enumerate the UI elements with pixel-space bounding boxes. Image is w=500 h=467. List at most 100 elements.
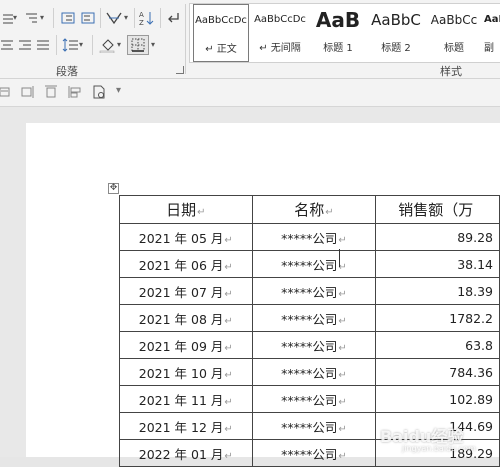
table-cell[interactable]: *****公司↵ [251,412,377,440]
chevron-down-icon[interactable]: ▾ [151,40,155,49]
style-subtitle[interactable]: AaBbC 副 [484,4,500,62]
table-cell[interactable]: *****公司↵ [251,385,377,413]
table-cell[interactable]: 1782.2 [375,304,500,332]
svg-text:Z: Z [139,19,144,26]
chevron-down-icon[interactable]: ▾ [40,13,44,22]
borders-icon [131,38,145,52]
table-cell[interactable]: *****公司↵ [251,358,377,386]
table-cell[interactable]: 784.36 [375,358,500,386]
align-top-object-icon[interactable] [44,85,58,99]
paint-bucket-icon [99,39,115,53]
quick-access-toolbar: ▾ [0,79,500,107]
justify-button[interactable] [36,35,50,55]
multilevel-list-button[interactable] [24,8,40,28]
customize-toolbar-icon[interactable]: ▾ [116,85,121,96]
table-cell[interactable]: *****公司↵ [251,277,377,305]
divider [134,8,135,28]
line-spacing-button[interactable] [62,35,78,55]
table-cell[interactable]: 2021 年 06 月↵ [119,250,253,278]
align-middle-object-icon[interactable] [68,85,82,99]
align-right-object-icon[interactable] [20,85,34,99]
paragraph-group-label: 段落 [56,65,78,78]
bullets-icon [3,14,13,24]
align-right-icon [19,40,31,50]
justify-icon [37,40,49,50]
table-cell[interactable]: 38.14 [375,250,500,278]
sort-button[interactable]: AZ [138,8,156,28]
document-icon[interactable] [92,85,106,99]
table-row: 2021 年 05 月↵ *****公司↵ 89.28 [119,223,500,251]
decrease-indent-icon [61,12,75,24]
table-row: 2021 年 11 月↵ *****公司↵ 102.89 [119,385,500,413]
line-spacing-icon [62,38,78,52]
table-row: 2021 年 08 月↵ *****公司↵ 1782.2 [119,304,500,332]
bullets-button[interactable] [0,8,14,28]
table-cell[interactable]: 2021 年 05 月↵ [119,223,253,251]
align-center-button[interactable] [0,35,14,55]
divider [185,4,186,74]
table-cell[interactable]: *****公司↵ [251,331,377,359]
divider [53,8,54,28]
table-header-cell[interactable]: 日期↵ [119,195,253,224]
table-cell[interactable]: *****公司↵ [251,250,377,278]
chevron-down-icon[interactable]: ▾ [79,40,83,49]
chevron-down-icon[interactable]: ▾ [117,40,121,49]
style-preview: AaBbC [484,14,500,25]
table-cell[interactable]: 18.39 [375,277,500,305]
chinese-layout-button[interactable] [104,8,124,28]
table-move-handle-icon[interactable]: ✥ [108,183,119,194]
style-name: ↵ 正文 [205,44,237,55]
table-cell[interactable]: 2022 年 01 月↵ [119,439,253,467]
divider [100,8,101,28]
increase-indent-button[interactable] [80,8,96,28]
chevron-down-icon[interactable]: ▾ [13,13,17,22]
style-title[interactable]: AaBbCc 标题 [426,4,482,62]
svg-text:A: A [139,11,144,19]
decrease-indent-button[interactable] [60,8,76,28]
borders-button[interactable] [127,35,149,55]
align-left-icon[interactable] [0,85,12,99]
table-cell[interactable]: 63.8 [375,331,500,359]
style-name: 标题 2 [381,43,411,54]
watermark-url: jingyan.baidu.com [402,444,476,453]
table-header-row: 日期↵ 名称↵ 销售额（万 [119,195,500,224]
table-cell[interactable]: 89.28 [375,223,500,251]
style-heading-2[interactable]: AaBbC 标题 2 [368,4,424,62]
paragraph-mark-icon [168,13,179,23]
style-preview: AaB [315,8,361,32]
style-preview: AaBbCc [430,13,478,27]
style-name: 标题 [444,43,464,54]
dialog-launcher-icon[interactable] [176,66,184,74]
style-name: 副 [484,43,494,54]
divider [92,35,93,55]
table-cell[interactable]: *****公司↵ [251,223,377,251]
divider [56,35,57,55]
style-preview: AaBbCcDc [195,15,247,26]
table-header-cell[interactable]: 销售额（万 [375,195,500,224]
table-cell[interactable]: 2021 年 12 月↵ [119,412,253,440]
table-row: 2021 年 07 月↵ *****公司↵ 18.39 [119,277,500,305]
table-cell[interactable]: *****公司↵ [251,439,377,467]
align-right-button[interactable] [18,35,32,55]
chevron-down-icon[interactable]: ▾ [124,13,128,22]
style-no-spacing[interactable]: AaBbCcDc ↵ 无间隔 [252,4,308,62]
style-heading-1[interactable]: AaB 标题 1 [310,4,366,62]
show-marks-button[interactable] [164,8,182,28]
sort-icon: AZ [139,11,154,26]
table-cell[interactable]: 2021 年 08 月↵ [119,304,253,332]
table-cell[interactable]: 2021 年 10 月↵ [119,358,253,386]
table-row: 2021 年 10 月↵ *****公司↵ 784.36 [119,358,500,386]
style-normal[interactable]: AaBbCcDc ↵ 正文 [193,4,249,62]
table-header-cell[interactable]: 名称↵ [251,195,377,224]
table-cell[interactable]: 2021 年 09 月↵ [119,331,253,359]
style-name: ↵ 无间隔 [259,43,301,54]
table-cell[interactable]: 2021 年 11 月↵ [119,385,253,413]
styles-group-label: 样式 [440,65,462,78]
table-cell[interactable]: *****公司↵ [251,304,377,332]
chinese-layout-icon [106,12,122,25]
styles-gallery: AaBbCcDc ↵ 正文 AaBbCcDc ↵ 无间隔 AaB 标题 1 Aa… [189,3,500,63]
table-cell[interactable]: 102.89 [375,385,500,413]
shading-button[interactable] [98,35,116,55]
text-cursor [339,249,340,267]
table-cell[interactable]: 2021 年 07 月↵ [119,277,253,305]
